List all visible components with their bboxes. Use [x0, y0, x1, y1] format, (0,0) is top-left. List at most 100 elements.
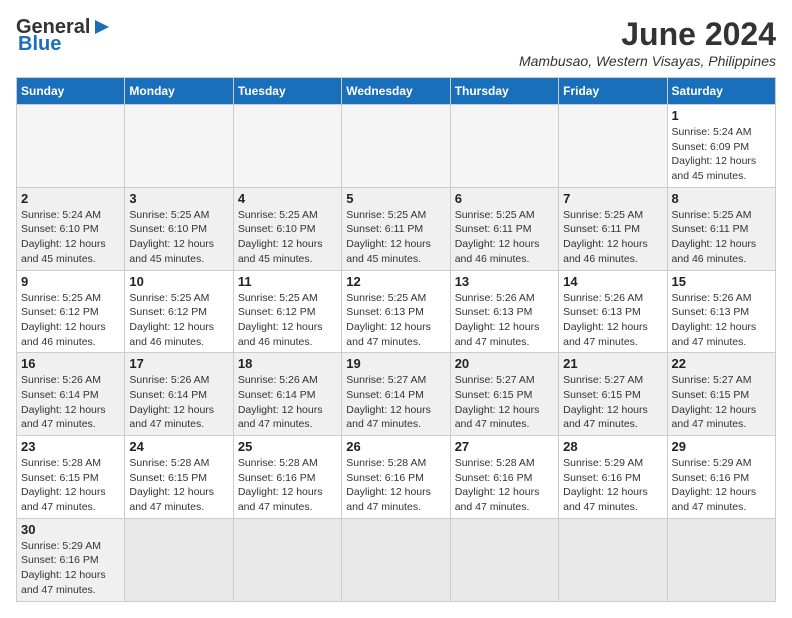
calendar-cell: 6 Sunrise: 5:25 AM Sunset: 6:11 PM Daylig… [450, 187, 558, 270]
day-number: 9 [21, 274, 120, 289]
day-info: Sunrise: 5:25 AM Sunset: 6:10 PM Dayligh… [129, 208, 228, 267]
day-info: Sunrise: 5:28 AM Sunset: 6:15 PM Dayligh… [129, 456, 228, 515]
day-number: 14 [563, 274, 662, 289]
day-number: 18 [238, 356, 337, 371]
week-row-6: 30 Sunrise: 5:29 AM Sunset: 6:16 PM Dayli… [17, 518, 776, 601]
weekday-saturday: Saturday [667, 78, 775, 105]
day-number: 26 [346, 439, 445, 454]
day-info: Sunrise: 5:25 AM Sunset: 6:11 PM Dayligh… [455, 208, 554, 267]
calendar-cell: 21 Sunrise: 5:27 AM Sunset: 6:15 PM Dayli… [559, 353, 667, 436]
day-info: Sunrise: 5:25 AM Sunset: 6:12 PM Dayligh… [21, 291, 120, 350]
month-title: June 2024 [519, 16, 776, 53]
calendar-cell: 18 Sunrise: 5:26 AM Sunset: 6:14 PM Dayli… [233, 353, 341, 436]
day-number: 8 [672, 191, 771, 206]
calendar-cell: 25 Sunrise: 5:28 AM Sunset: 6:16 PM Dayli… [233, 436, 341, 519]
day-number: 2 [21, 191, 120, 206]
week-row-2: 2 Sunrise: 5:24 AM Sunset: 6:10 PM Daylig… [17, 187, 776, 270]
calendar-cell: 1Sunrise: 5:24 AM Sunset: 6:09 PM Daylig… [667, 105, 775, 188]
day-number: 23 [21, 439, 120, 454]
day-info: Sunrise: 5:27 AM Sunset: 6:15 PM Dayligh… [455, 373, 554, 432]
day-info: Sunrise: 5:27 AM Sunset: 6:15 PM Dayligh… [563, 373, 662, 432]
day-info: Sunrise: 5:26 AM Sunset: 6:13 PM Dayligh… [455, 291, 554, 350]
calendar-cell: 19 Sunrise: 5:27 AM Sunset: 6:14 PM Dayli… [342, 353, 450, 436]
day-info: Sunrise: 5:25 AM Sunset: 6:10 PM Dayligh… [238, 208, 337, 267]
calendar-cell: 7 Sunrise: 5:25 AM Sunset: 6:11 PM Daylig… [559, 187, 667, 270]
logo-triangle-icon [91, 16, 113, 38]
day-number: 27 [455, 439, 554, 454]
day-number: 21 [563, 356, 662, 371]
day-info: Sunrise: 5:26 AM Sunset: 6:14 PM Dayligh… [129, 373, 228, 432]
day-info: Sunrise: 5:27 AM Sunset: 6:15 PM Dayligh… [672, 373, 771, 432]
day-info: Sunrise: 5:28 AM Sunset: 6:16 PM Dayligh… [238, 456, 337, 515]
calendar-cell [559, 518, 667, 601]
day-info: Sunrise: 5:26 AM Sunset: 6:14 PM Dayligh… [21, 373, 120, 432]
week-row-4: 16 Sunrise: 5:26 AM Sunset: 6:14 PM Dayli… [17, 353, 776, 436]
day-info: Sunrise: 5:25 AM Sunset: 6:12 PM Dayligh… [238, 291, 337, 350]
calendar-cell: 14 Sunrise: 5:26 AM Sunset: 6:13 PM Dayli… [559, 270, 667, 353]
day-number: 29 [672, 439, 771, 454]
calendar-cell: 20Sunrise: 5:27 AM Sunset: 6:15 PM Dayli… [450, 353, 558, 436]
day-info: Sunrise: 5:27 AM Sunset: 6:14 PM Dayligh… [346, 373, 445, 432]
day-info: Sunrise: 5:26 AM Sunset: 6:13 PM Dayligh… [563, 291, 662, 350]
day-number: 7 [563, 191, 662, 206]
calendar-cell: 4 Sunrise: 5:25 AM Sunset: 6:10 PM Daylig… [233, 187, 341, 270]
day-info: Sunrise: 5:26 AM Sunset: 6:14 PM Dayligh… [238, 373, 337, 432]
day-info: Sunrise: 5:25 AM Sunset: 6:11 PM Dayligh… [346, 208, 445, 267]
day-number: 1 [672, 108, 771, 123]
calendar-cell [125, 105, 233, 188]
day-number: 12 [346, 274, 445, 289]
title-block: June 2024 Mambusao, Western Visayas, Phi… [519, 16, 776, 69]
day-info: Sunrise: 5:25 AM Sunset: 6:11 PM Dayligh… [563, 208, 662, 267]
calendar-cell [125, 518, 233, 601]
location: Mambusao, Western Visayas, Philippines [519, 53, 776, 69]
day-number: 16 [21, 356, 120, 371]
calendar-cell: 15Sunrise: 5:26 AM Sunset: 6:13 PM Dayli… [667, 270, 775, 353]
day-number: 6 [455, 191, 554, 206]
day-number: 10 [129, 274, 228, 289]
weekday-wednesday: Wednesday [342, 78, 450, 105]
day-info: Sunrise: 5:28 AM Sunset: 6:15 PM Dayligh… [21, 456, 120, 515]
calendar-cell: 9 Sunrise: 5:25 AM Sunset: 6:12 PM Daylig… [17, 270, 125, 353]
day-number: 4 [238, 191, 337, 206]
day-number: 24 [129, 439, 228, 454]
calendar-table: SundayMondayTuesdayWednesdayThursdayFrid… [16, 77, 776, 602]
calendar-cell: 28 Sunrise: 5:29 AM Sunset: 6:16 PM Dayli… [559, 436, 667, 519]
day-info: Sunrise: 5:25 AM Sunset: 6:11 PM Dayligh… [672, 208, 771, 267]
calendar-cell: 5Sunrise: 5:25 AM Sunset: 6:11 PM Daylig… [342, 187, 450, 270]
calendar-cell: 2 Sunrise: 5:24 AM Sunset: 6:10 PM Daylig… [17, 187, 125, 270]
calendar-cell [450, 518, 558, 601]
day-number: 3 [129, 191, 228, 206]
day-info: Sunrise: 5:28 AM Sunset: 6:16 PM Dayligh… [455, 456, 554, 515]
day-number: 13 [455, 274, 554, 289]
page-header: General Blue June 2024 Mambusao, Western… [16, 16, 776, 69]
calendar-cell [559, 105, 667, 188]
weekday-header-row: SundayMondayTuesdayWednesdayThursdayFrid… [17, 78, 776, 105]
day-number: 11 [238, 274, 337, 289]
calendar-cell [667, 518, 775, 601]
day-number: 15 [672, 274, 771, 289]
day-number: 30 [21, 522, 120, 537]
calendar-cell [233, 518, 341, 601]
logo-blue-text: Blue [18, 33, 61, 56]
weekday-sunday: Sunday [17, 78, 125, 105]
day-info: Sunrise: 5:29 AM Sunset: 6:16 PM Dayligh… [563, 456, 662, 515]
day-info: Sunrise: 5:28 AM Sunset: 6:16 PM Dayligh… [346, 456, 445, 515]
calendar-cell: 8 Sunrise: 5:25 AM Sunset: 6:11 PM Daylig… [667, 187, 775, 270]
week-row-5: 23 Sunrise: 5:28 AM Sunset: 6:15 PM Dayli… [17, 436, 776, 519]
calendar-cell [17, 105, 125, 188]
calendar-cell: 29Sunrise: 5:29 AM Sunset: 6:16 PM Dayli… [667, 436, 775, 519]
day-number: 17 [129, 356, 228, 371]
weekday-thursday: Thursday [450, 78, 558, 105]
calendar-cell: 26 Sunrise: 5:28 AM Sunset: 6:16 PM Dayli… [342, 436, 450, 519]
day-number: 28 [563, 439, 662, 454]
day-info: Sunrise: 5:24 AM Sunset: 6:10 PM Dayligh… [21, 208, 120, 267]
day-number: 25 [238, 439, 337, 454]
calendar-cell: 11 Sunrise: 5:25 AM Sunset: 6:12 PM Dayli… [233, 270, 341, 353]
calendar-cell: 12Sunrise: 5:25 AM Sunset: 6:13 PM Dayli… [342, 270, 450, 353]
weekday-tuesday: Tuesday [233, 78, 341, 105]
day-info: Sunrise: 5:29 AM Sunset: 6:16 PM Dayligh… [21, 539, 120, 598]
day-info: Sunrise: 5:25 AM Sunset: 6:12 PM Dayligh… [129, 291, 228, 350]
day-number: 19 [346, 356, 445, 371]
calendar-cell [342, 518, 450, 601]
weekday-monday: Monday [125, 78, 233, 105]
